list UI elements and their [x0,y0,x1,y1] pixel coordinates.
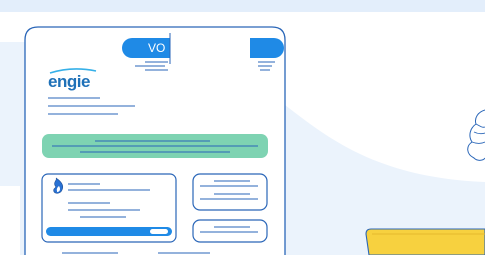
info-box-bottom [192,219,268,243]
top-band [0,0,485,12]
illustration-stage: VO engie [0,0,485,255]
torn-gap [170,33,250,64]
info-box-outline [192,173,268,211]
info-box-top [192,173,268,211]
voucher-tab-label: VO [148,41,165,55]
yellow-card-shape [365,228,485,255]
document-card: VO engie [24,26,286,255]
info-box-outline [192,219,268,243]
yellow-card [365,228,485,255]
brand-logo: engie [48,72,90,91]
progress-knob [150,229,168,234]
illustration-svg: VO engie [0,0,485,255]
background-corner [0,186,20,255]
energy-box [41,173,177,243]
